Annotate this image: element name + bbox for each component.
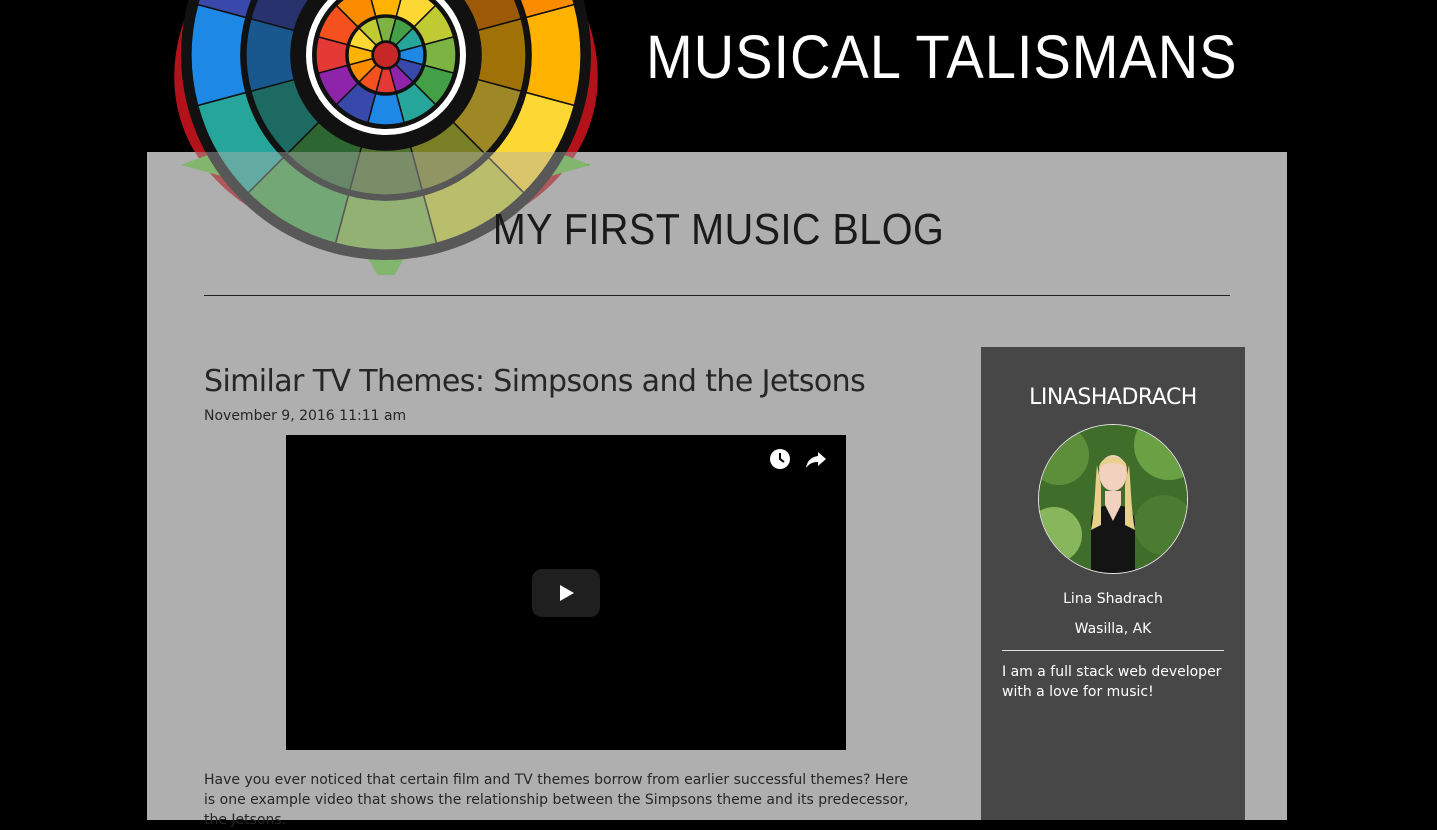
author-location: Wasilla, AK [1074,621,1152,637]
post-date: November 9, 2016 11:11 am [204,408,407,424]
play-icon [560,585,574,601]
author-name: Lina Shadrach [1063,591,1163,607]
post-body: Have you ever noticed that certain film … [204,772,909,828]
play-button[interactable] [532,569,600,617]
author-bio: I am a full stack web developer with a l… [1002,664,1222,700]
clock-icon[interactable] [769,448,791,470]
avatar[interactable] [1038,424,1188,574]
sidebar-divider [1002,650,1224,651]
video-player[interactable] [286,435,846,750]
site-title[interactable]: MUSICAL TALISMANS [646,22,1238,92]
share-icon[interactable] [805,448,827,470]
blog-title: MY FIRST MUSIC BLOG [492,205,945,254]
author-username[interactable]: LINASHADRACH [981,385,1245,410]
author-sidebar: LINASHADRACH Lina Shadrach Wasilla, AK I… [981,347,1245,820]
post-title[interactable]: Similar TV Themes: Simpsons and the Jets… [204,364,866,399]
divider [204,295,1230,296]
